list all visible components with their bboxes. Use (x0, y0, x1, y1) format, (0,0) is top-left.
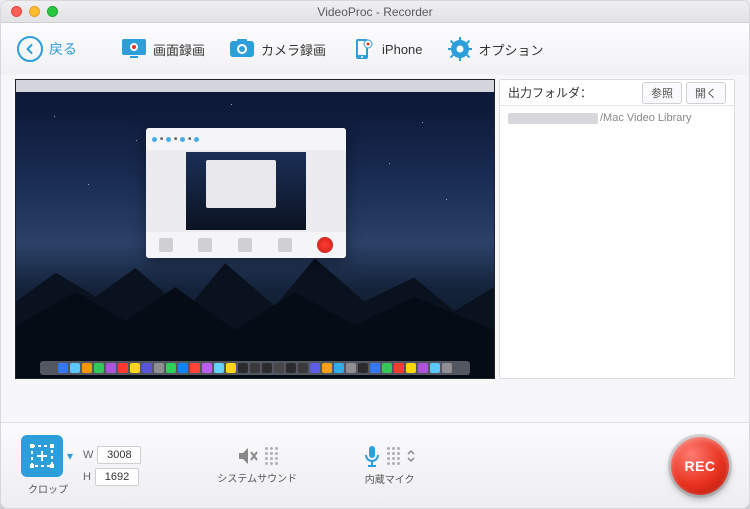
system-sound-control[interactable]: システムサウンド (217, 446, 297, 485)
record-label: REC (684, 458, 715, 474)
mountains-decor (16, 244, 494, 378)
window-title: VideoProc - Recorder (1, 5, 749, 19)
path-redacted (508, 113, 598, 124)
tab-label: 画面録画 (153, 40, 205, 59)
speaker-mute-icon (237, 446, 259, 466)
tab-label: オプション (479, 40, 544, 59)
crop-button[interactable] (21, 435, 63, 477)
chevron-updown-icon[interactable] (406, 448, 416, 464)
level-icon (265, 447, 278, 465)
output-sidebar: 出力フォルダ： 参照 開く /Mac Video Library (499, 79, 735, 379)
height-input[interactable]: 1692 (95, 468, 139, 486)
minimize-window-button[interactable] (29, 6, 40, 17)
titlebar: VideoProc - Recorder (1, 1, 749, 23)
browse-button[interactable]: 参照 (642, 82, 682, 104)
path-suffix: /Mac Video Library (600, 112, 692, 124)
tab-iphone[interactable]: iPhone (340, 34, 432, 64)
back-button[interactable]: 戻る (17, 36, 77, 62)
level-icon (387, 447, 400, 465)
microphone-label: 内蔵マイク (365, 471, 415, 486)
traffic-lights (1, 6, 58, 17)
sidebar-header: 出力フォルダ： 参照 開く (500, 80, 734, 106)
zoom-window-button[interactable] (47, 6, 58, 17)
system-sound-label: システムサウンド (217, 470, 297, 485)
content-area: ■■■ 出力フ (1, 75, 749, 422)
tab-camera-record[interactable]: カメラ録画 (219, 34, 336, 64)
tab-screen-record[interactable]: 画面録画 (111, 34, 215, 64)
toolbar: 戻る 画面録画 カメラ録画 iPhone オプション (1, 23, 749, 75)
back-arrow-icon (17, 36, 43, 62)
tab-label: iPhone (382, 42, 422, 57)
microphone-icon (363, 445, 381, 467)
record-button[interactable]: REC (671, 437, 729, 495)
app-window: VideoProc - Recorder 戻る 画面録画 カメラ録画 iPho (0, 0, 750, 509)
height-label: H (83, 471, 91, 483)
open-button[interactable]: 開く (686, 82, 726, 104)
preview-nested-window: ■■■ (146, 128, 346, 258)
tab-label: カメラ録画 (261, 40, 326, 59)
output-folder-label: 出力フォルダ： (508, 84, 592, 101)
camera-icon (229, 38, 255, 60)
iphone-icon (350, 38, 376, 60)
width-input[interactable]: 3008 (97, 446, 141, 464)
gear-icon (447, 38, 473, 60)
output-path: /Mac Video Library (500, 106, 734, 130)
close-window-button[interactable] (11, 6, 22, 17)
monitor-icon (121, 38, 147, 60)
preview-menubar (16, 80, 494, 92)
microphone-control[interactable]: 内蔵マイク (363, 445, 416, 486)
back-label: 戻る (49, 39, 77, 59)
dimensions: W 3008 H 1692 (83, 446, 141, 486)
preview-dock (40, 361, 470, 375)
crop-dropdown[interactable]: ▾ (65, 449, 75, 463)
width-label: W (83, 449, 93, 461)
tab-options[interactable]: オプション (437, 34, 554, 64)
bottom-bar: ▾ クロップ W 3008 H 1692 システムサウンド (1, 422, 749, 508)
recording-preview[interactable]: ■■■ (15, 79, 495, 379)
crop-label: クロップ (28, 481, 68, 496)
